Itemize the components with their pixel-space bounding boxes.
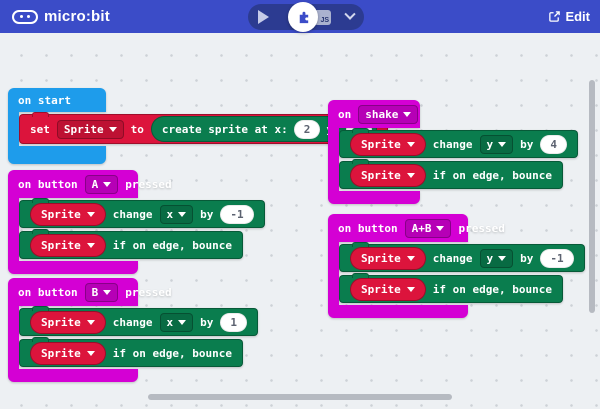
external-link-icon — [548, 10, 561, 23]
blocks-workspace[interactable]: on start set Sprite to create sprite at … — [0, 33, 600, 409]
on-button-b-header[interactable]: on button B pressed — [8, 278, 138, 306]
dropdown-arrow-icon — [178, 320, 186, 325]
axis-dropdown[interactable]: y — [480, 135, 514, 154]
dropdown-arrow-icon — [87, 320, 95, 325]
dropdown-arrow-icon — [87, 212, 95, 217]
dropdown-arrow-icon — [87, 243, 95, 248]
vertical-scrollbar[interactable] — [589, 80, 595, 313]
number-input[interactable]: 4 — [540, 135, 567, 154]
on-button-a-block[interactable]: on button A pressed Sprite change — [8, 170, 265, 274]
dropdown-arrow-icon — [103, 290, 111, 295]
sprite-variable-pill[interactable]: Sprite — [350, 164, 426, 187]
number-input[interactable]: -1 — [540, 249, 573, 268]
on-button-ab-block[interactable]: on button A+B pressed Sprite change — [328, 214, 585, 318]
on-start-label: on start — [18, 94, 71, 107]
sprite-variable-pill[interactable]: Sprite — [30, 234, 106, 257]
button-dropdown[interactable]: A — [85, 175, 119, 194]
simulator-controls: JS — [248, 4, 364, 30]
sprite-variable-pill[interactable]: Sprite — [350, 247, 426, 270]
blocks-view-button[interactable] — [288, 2, 318, 32]
change-xy-block[interactable]: Sprite change x by 1 — [19, 308, 258, 336]
dropdown-arrow-icon — [178, 212, 186, 217]
number-input[interactable]: 1 — [220, 313, 247, 332]
button-dropdown[interactable]: A+B — [405, 219, 452, 238]
axis-dropdown[interactable]: x — [160, 205, 194, 224]
number-input[interactable]: -1 — [220, 205, 253, 224]
dropdown-arrow-icon — [407, 173, 415, 178]
edit-label: Edit — [565, 9, 590, 24]
button-dropdown[interactable]: B — [85, 283, 119, 302]
on-button-b-block[interactable]: on button B pressed Sprite change — [8, 278, 258, 382]
dropdown-arrow-icon — [407, 287, 415, 292]
dropdown-arrow-icon — [498, 256, 506, 261]
to-keyword: to — [131, 123, 144, 136]
sprite-variable-pill[interactable]: Sprite — [30, 311, 106, 334]
microbit-face-icon — [12, 10, 38, 24]
if-on-edge-bounce-block[interactable]: Sprite if on edge, bounce — [19, 231, 243, 259]
gesture-dropdown[interactable]: shake — [358, 105, 418, 124]
brand-name: micro:bit — [44, 8, 110, 25]
makecode-embed: micro:bit JS Edit on start — [0, 0, 600, 409]
change-xy-block[interactable]: Sprite change y by -1 — [339, 244, 585, 272]
x-number-input[interactable]: 2 — [294, 120, 321, 139]
play-button[interactable] — [258, 10, 269, 24]
chevron-down-icon[interactable] — [344, 9, 355, 20]
dropdown-arrow-icon — [436, 226, 444, 231]
dropdown-arrow-icon — [87, 351, 95, 356]
axis-dropdown[interactable]: x — [160, 313, 194, 332]
on-start-header[interactable]: on start — [8, 88, 106, 112]
sprite-variable-pill[interactable]: Sprite — [350, 278, 426, 301]
set-keyword: set — [30, 123, 50, 136]
microbit-logo[interactable]: micro:bit — [12, 0, 110, 33]
change-xy-block[interactable]: Sprite change y by 4 — [339, 130, 578, 158]
puzzle-piece-icon — [296, 10, 311, 25]
sprite-variable-pill[interactable]: Sprite — [30, 342, 106, 365]
dropdown-arrow-icon — [498, 142, 506, 147]
on-button-a-header[interactable]: on button A pressed — [8, 170, 138, 198]
if-on-edge-bounce-block[interactable]: Sprite if on edge, bounce — [339, 275, 563, 303]
app-header: micro:bit JS Edit — [0, 0, 600, 33]
on-shake-header[interactable]: on shake — [328, 100, 420, 128]
edit-button[interactable]: Edit — [548, 0, 590, 33]
dropdown-arrow-icon — [407, 142, 415, 147]
variable-dropdown[interactable]: Sprite — [57, 120, 124, 139]
on-button-ab-header[interactable]: on button A+B pressed — [328, 214, 468, 242]
horizontal-scrollbar[interactable] — [148, 394, 452, 400]
change-xy-block[interactable]: Sprite change x by -1 — [19, 200, 265, 228]
dropdown-arrow-icon — [109, 127, 117, 132]
on-shake-block[interactable]: on shake Sprite change y — [328, 100, 578, 204]
axis-dropdown[interactable]: y — [480, 249, 514, 268]
sprite-variable-pill[interactable]: Sprite — [350, 133, 426, 156]
dropdown-arrow-icon — [407, 256, 415, 261]
dropdown-arrow-icon — [403, 112, 411, 117]
sprite-variable-pill[interactable]: Sprite — [30, 203, 106, 226]
dropdown-arrow-icon — [103, 182, 111, 187]
if-on-edge-bounce-block[interactable]: Sprite if on edge, bounce — [339, 161, 563, 189]
if-on-edge-bounce-block[interactable]: Sprite if on edge, bounce — [19, 339, 243, 367]
